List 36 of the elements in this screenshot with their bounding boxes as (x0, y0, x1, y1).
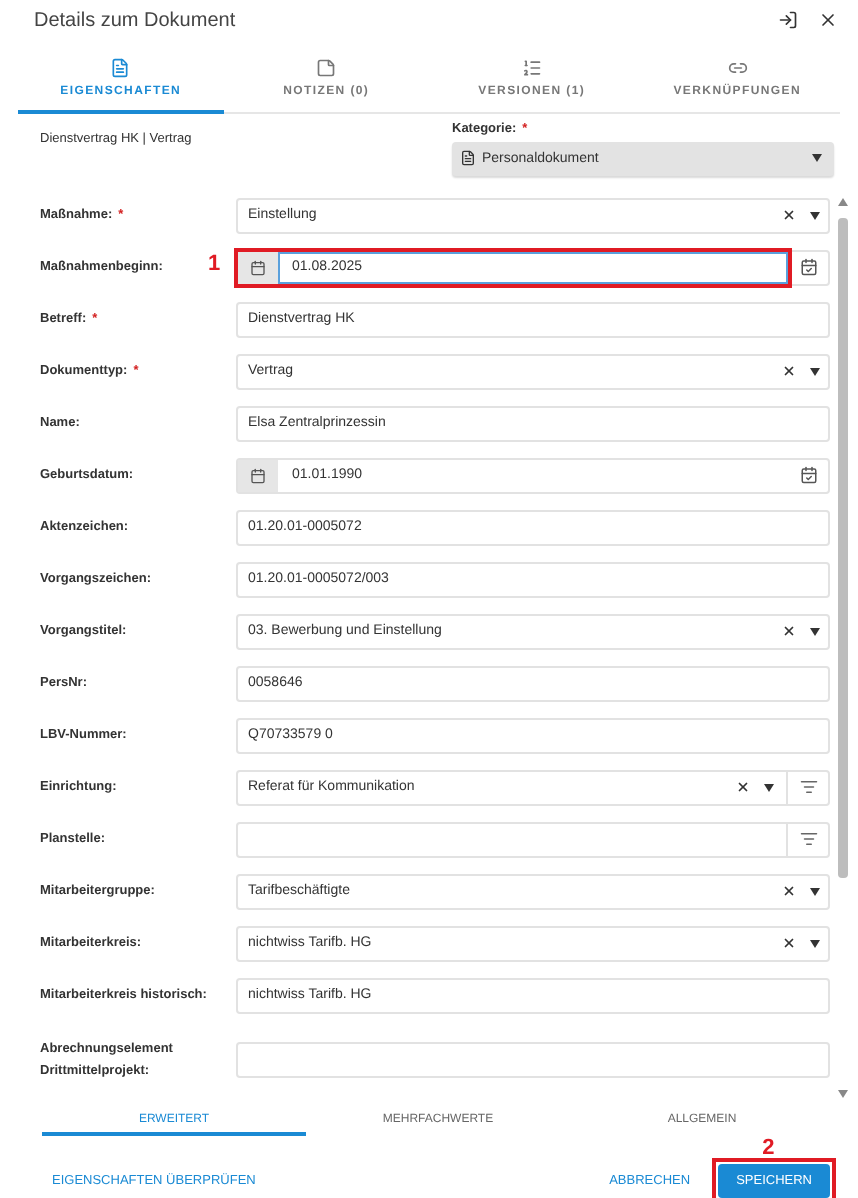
link-icon (727, 57, 748, 78)
clear-icon[interactable] (782, 208, 796, 223)
caret-icon[interactable] (764, 783, 774, 792)
caret-icon[interactable] (810, 627, 820, 636)
scroll-down-icon[interactable] (838, 1089, 848, 1098)
calendar-icon (250, 259, 266, 276)
calendar-icon (250, 467, 266, 484)
dialog-title: Details zum Dokument (34, 10, 238, 33)
clear-icon[interactable] (782, 936, 796, 951)
list-picker-icon[interactable] (799, 830, 817, 849)
calendar-icon[interactable] (799, 466, 817, 485)
note-icon (316, 57, 337, 78)
clear-icon[interactable] (782, 364, 796, 379)
document-icon (110, 57, 131, 78)
calendar-button[interactable] (238, 251, 278, 284)
caret-icon[interactable] (810, 211, 820, 220)
list-picker-icon[interactable] (799, 778, 817, 797)
list-icon (521, 57, 542, 78)
annotation-number: 1 (208, 251, 221, 276)
clear-icon[interactable] (782, 624, 796, 639)
calendar-icon[interactable] (799, 258, 817, 277)
caret-icon[interactable] (810, 939, 820, 948)
caret-icon[interactable] (810, 367, 820, 376)
caret-icon[interactable] (810, 887, 820, 896)
input-field[interactable] (236, 1041, 830, 1078)
dock-panel-icon[interactable] (778, 9, 798, 30)
close-icon[interactable] (818, 9, 838, 30)
clear-icon[interactable] (736, 780, 750, 795)
caret-icon[interactable] (812, 154, 822, 163)
scroll-up-icon[interactable] (838, 197, 848, 206)
calendar-button[interactable] (238, 459, 278, 492)
annotation-number: 2 (762, 1136, 775, 1160)
clear-icon[interactable] (782, 884, 796, 899)
scrollbar-thumb[interactable] (838, 217, 848, 878)
picker-field[interactable] (236, 821, 830, 858)
document-icon (460, 150, 476, 167)
